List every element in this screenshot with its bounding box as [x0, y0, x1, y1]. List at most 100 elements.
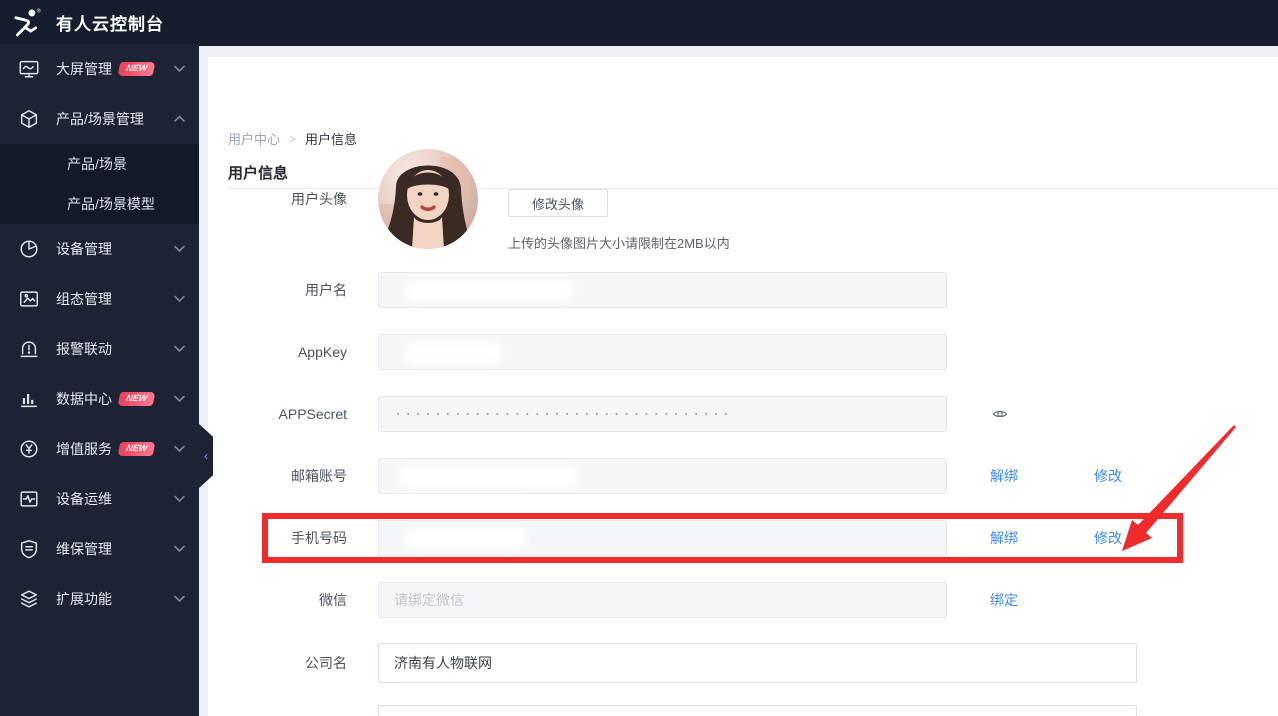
email-row: 邮箱账号 解绑 修改 — [208, 458, 1278, 494]
avatar-field-label: 用户头像 — [291, 191, 347, 207]
phone-row: 手机号码 解绑 修改 — [208, 520, 1278, 556]
redacted-value — [405, 528, 527, 550]
bar-chart-icon — [18, 388, 40, 410]
company-row: 公司名 济南有人物联网 — [208, 643, 1278, 683]
breadcrumb-separator: > — [289, 131, 297, 146]
sidebar-item-label: 数据中心 — [56, 391, 112, 407]
sidebar-item-product-scene-management[interactable]: 产品/场景管理 — [0, 94, 199, 144]
chevron-down-icon — [174, 395, 185, 403]
sidebar-subitem-product-scene[interactable]: 产品/场景 — [0, 144, 199, 184]
wechat-input[interactable]: 请绑定微信 — [378, 582, 947, 618]
sidebar-item-label: 增值服务 — [56, 441, 112, 457]
avatar — [378, 149, 478, 249]
sidebar-item-screen-management[interactable]: 大屏管理 NEW — [0, 44, 199, 94]
eye-icon[interactable] — [991, 405, 1009, 423]
sidebar-item-label: 报警联动 — [56, 341, 112, 357]
chevron-down-icon — [174, 245, 185, 253]
masked-secret-value: ·································· — [394, 407, 732, 423]
redacted-value — [386, 495, 524, 508]
username-label: 用户名 — [305, 282, 347, 298]
appsecret-label: APPSecret — [278, 406, 347, 422]
sidebar-item-label: 大屏管理 — [56, 61, 112, 77]
redacted-value — [405, 342, 501, 364]
phone-unbind-link[interactable]: 解绑 — [990, 528, 1018, 548]
sidebar-subitem-product-scene-model[interactable]: 产品/场景模型 — [0, 184, 199, 224]
username-input[interactable] — [378, 272, 947, 308]
new-badge: NEW — [117, 62, 156, 76]
chevron-down-icon — [174, 295, 185, 303]
redacted-value — [405, 280, 573, 302]
sidebar-item-label: 维保管理 — [56, 541, 112, 557]
sidebar-submenu: 产品/场景 产品/场景模型 — [0, 144, 199, 224]
chevron-down-icon — [174, 545, 185, 553]
cube-icon — [18, 108, 40, 130]
email-label: 邮箱账号 — [291, 468, 347, 484]
phone-modify-link[interactable]: 修改 — [1094, 528, 1122, 548]
chevron-down-icon — [174, 345, 185, 353]
email-unbind-link[interactable]: 解绑 — [990, 466, 1018, 486]
sidebar-item-device-management[interactable]: 设备管理 — [0, 224, 199, 274]
breadcrumb: 用户中心 > 用户信息 — [228, 129, 357, 148]
app-title: 有人云控制台 — [56, 14, 164, 34]
sidebar-item-label: 设备管理 — [56, 241, 112, 257]
username-row: 用户名 — [208, 272, 1278, 308]
chevron-down-icon — [174, 65, 185, 73]
appkey-row: AppKey — [208, 334, 1278, 370]
coin-icon — [18, 438, 40, 460]
sidebar-item-value-added-services[interactable]: 增值服务 NEW — [0, 424, 199, 474]
sidebar-item-alarm-linkage[interactable]: 报警联动 — [0, 324, 199, 374]
svg-text:®: ® — [37, 7, 41, 14]
person-logo-icon: ® — [10, 6, 42, 38]
appsecret-input[interactable]: ·································· — [378, 396, 947, 432]
avatar-size-hint: 上传的头像图片大小请限制在2MB以内 — [508, 236, 730, 251]
alarm-icon — [18, 338, 40, 360]
layers-icon — [18, 588, 40, 610]
company-value: 济南有人物联网 — [394, 655, 492, 671]
sidebar-item-extended-functions[interactable]: 扩展功能 — [0, 574, 199, 624]
wechat-row: 微信 请绑定微信 绑定 — [208, 582, 1278, 618]
app-logo-row[interactable]: ® 有人云控制台 — [0, 0, 199, 44]
main-content-card: 用户中心 > 用户信息 用户信息 用户头像 修改头像 上传的头像图片大小请限制在… — [208, 57, 1278, 716]
phone-label: 手机号码 — [291, 530, 347, 546]
chevron-down-icon — [174, 595, 185, 603]
email-input[interactable] — [378, 458, 947, 494]
chevron-down-icon — [174, 495, 185, 503]
user-info-page: { "app": { "title": "有人云控制台" }, "sidebar… — [0, 0, 1278, 716]
next-field-input[interactable] — [378, 705, 1137, 716]
sidebar: ® 有人云控制台 大屏管理 NEW 产品/场景管理 产品/场景 产品/场景模型 … — [0, 0, 199, 716]
next-field-row — [208, 705, 1278, 716]
pie-chart-icon — [18, 238, 40, 260]
phone-input[interactable] — [378, 520, 947, 556]
chevron-up-icon — [174, 115, 185, 123]
wechat-placeholder: 请绑定微信 — [394, 592, 464, 608]
wechat-label: 微信 — [319, 592, 347, 608]
sidebar-item-maintenance-management[interactable]: 维保管理 — [0, 524, 199, 574]
sidebar-item-configuration-management[interactable]: 组态管理 — [0, 274, 199, 324]
page-title: 用户信息 — [228, 165, 289, 182]
screen-icon — [18, 58, 40, 80]
collapse-chevron-icon: ‹ — [204, 449, 208, 463]
shield-icon — [18, 538, 40, 560]
redacted-value — [399, 466, 577, 488]
appkey-label: AppKey — [297, 344, 347, 360]
image-icon — [18, 288, 40, 310]
breadcrumb-user-center[interactable]: 用户中心 — [228, 129, 280, 148]
company-label: 公司名 — [305, 655, 347, 671]
change-avatar-button[interactable]: 修改头像 — [508, 189, 608, 217]
sidebar-item-label: 组态管理 — [56, 291, 112, 307]
email-modify-link[interactable]: 修改 — [1094, 466, 1122, 486]
wechat-bind-link[interactable]: 绑定 — [990, 590, 1018, 610]
sidebar-item-data-center[interactable]: 数据中心 NEW — [0, 374, 199, 424]
appsecret-row: APPSecret ······························… — [208, 396, 1278, 432]
new-badge: NEW — [117, 392, 156, 406]
sidebar-item-device-operations[interactable]: 设备运维 — [0, 474, 199, 524]
sidebar-item-label: 产品/场景管理 — [56, 111, 144, 127]
sidebar-item-label: 设备运维 — [56, 491, 112, 507]
new-badge: NEW — [117, 442, 156, 456]
company-input[interactable]: 济南有人物联网 — [378, 643, 1137, 683]
appkey-input[interactable] — [378, 334, 947, 370]
pulse-icon — [18, 488, 40, 510]
sidebar-item-label: 扩展功能 — [56, 591, 112, 607]
chevron-down-icon — [174, 445, 185, 453]
breadcrumb-current: 用户信息 — [305, 132, 358, 147]
